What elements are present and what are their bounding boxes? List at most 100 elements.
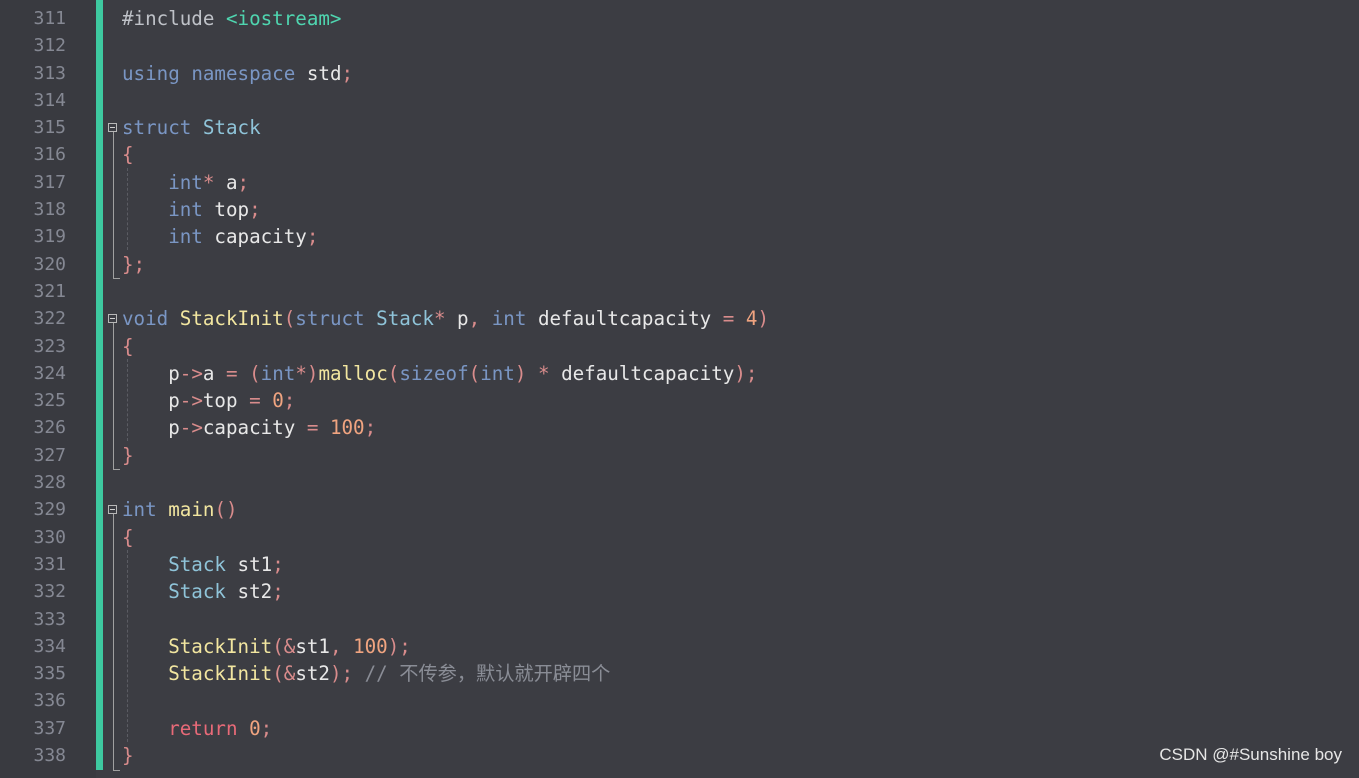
code-token: top [202, 389, 250, 413]
fold-toggle-stackinit-icon[interactable] [108, 314, 117, 323]
code-line[interactable]: return 0; [122, 715, 1359, 742]
code-line[interactable]: { [122, 524, 1359, 551]
code-token: ( [468, 361, 481, 385]
code-token: ; [272, 552, 284, 576]
code-token: , [468, 307, 492, 331]
code-token: = [306, 416, 330, 440]
code-token: * [202, 170, 226, 194]
code-line[interactable]: { [122, 141, 1359, 168]
code-line[interactable]: using namespace std; [122, 60, 1359, 87]
code-line[interactable] [122, 469, 1359, 496]
code-line[interactable] [122, 32, 1359, 59]
code-token: = [249, 389, 273, 413]
code-token: ); [734, 361, 758, 385]
line-number: 319 [33, 226, 66, 248]
fold-toggle-main-icon[interactable] [108, 505, 117, 514]
code-token: = [225, 361, 250, 385]
code-token: Stack [122, 580, 238, 604]
code-token: int [491, 307, 538, 331]
code-token: // 不传参，默认就开辟四个 [364, 662, 611, 686]
code-line[interactable]: Stack st2; [122, 578, 1359, 605]
line-number: 333 [33, 608, 66, 630]
code-token: }; [122, 252, 146, 276]
code-line[interactable]: int main() [122, 496, 1359, 523]
code-line[interactable]: StackInit(&st1, 100); [122, 633, 1359, 660]
code-token: int [122, 225, 215, 249]
line-number: 334 [33, 635, 66, 657]
code-line[interactable]: int top; [122, 196, 1359, 223]
code-token: 4 [745, 307, 758, 331]
code-token: * [433, 307, 458, 331]
code-line[interactable]: void StackInit(struct Stack* p, int defa… [122, 305, 1359, 332]
code-token: ( [283, 307, 296, 331]
code-token: ; [249, 198, 261, 222]
line-number: 338 [33, 745, 66, 767]
fold-range-main [113, 514, 120, 771]
code-line[interactable]: p->a = (int*)malloc(sizeof(int) * defaul… [122, 360, 1359, 387]
line-number: 332 [33, 581, 66, 603]
code-token: int [260, 361, 296, 385]
code-line[interactable]: }; [122, 251, 1359, 278]
code-token: int [122, 170, 203, 194]
code-token: 100 [353, 634, 388, 658]
code-line[interactable] [122, 606, 1359, 633]
fold-toggle-struct-icon[interactable] [108, 123, 117, 132]
code-token: st2 [237, 580, 273, 604]
line-number: 321 [33, 280, 66, 302]
code-token: struct [122, 116, 203, 140]
line-number: 337 [33, 717, 66, 739]
code-token: { [122, 143, 134, 167]
line-number: 316 [33, 144, 66, 166]
code-token: int [122, 198, 215, 222]
code-token: #include [122, 7, 226, 30]
code-token: ); [329, 662, 365, 686]
code-token: struct [295, 307, 377, 331]
code-line[interactable] [122, 278, 1359, 305]
line-number: 336 [33, 690, 66, 712]
code-token: p [122, 389, 180, 413]
line-number-column: 311 312 313 314 315 316 317 318 319 320 321 322 323 3… [0, 5, 80, 769]
code-token: & [283, 662, 296, 686]
code-line[interactable] [122, 687, 1359, 714]
code-token: st1 [295, 634, 330, 658]
code-token: 0 [272, 389, 284, 413]
code-line[interactable]: int capacity; [122, 223, 1359, 250]
code-area[interactable]: #include <iostream> using namespace std;… [122, 5, 1359, 769]
code-token: st2 [295, 662, 330, 686]
code-token: () [214, 498, 238, 522]
line-number: 330 [33, 526, 66, 548]
code-line[interactable]: struct Stack [122, 114, 1359, 141]
code-token: st1 [237, 552, 273, 576]
line-number: 335 [33, 663, 66, 685]
code-token: sizeof [399, 361, 469, 385]
code-line[interactable] [122, 87, 1359, 114]
code-line[interactable]: p->top = 0; [122, 387, 1359, 414]
code-token: = [722, 307, 746, 331]
code-line[interactable]: StackInit(&st2); // 不传参，默认就开辟四个 [122, 660, 1359, 687]
line-number: 314 [33, 89, 66, 111]
code-token: p [122, 361, 180, 385]
code-token: ; [260, 716, 273, 740]
code-line[interactable]: Stack st1; [122, 551, 1359, 578]
line-number: 328 [33, 472, 66, 494]
line-number: 326 [33, 417, 66, 439]
code-line[interactable]: #include <iostream> [122, 5, 1359, 32]
code-token: namespace [191, 61, 307, 85]
code-token: StackInit [122, 634, 273, 658]
line-number: 320 [33, 253, 66, 275]
code-token: Stack [376, 307, 434, 331]
code-line[interactable]: } [122, 442, 1359, 469]
code-token: a [225, 170, 238, 194]
code-line[interactable]: int* a; [122, 169, 1359, 196]
code-line[interactable]: p->capacity = 100; [122, 414, 1359, 441]
code-token: a [202, 361, 226, 385]
code-token: StackInit [122, 662, 273, 686]
code-token: int [480, 361, 515, 385]
code-token: 0 [249, 716, 261, 740]
code-token: std [306, 61, 342, 85]
code-token: top [214, 198, 250, 222]
line-number: 313 [33, 62, 66, 84]
code-token: p [457, 307, 469, 331]
code-line[interactable]: { [122, 333, 1359, 360]
code-token: using [122, 61, 192, 85]
